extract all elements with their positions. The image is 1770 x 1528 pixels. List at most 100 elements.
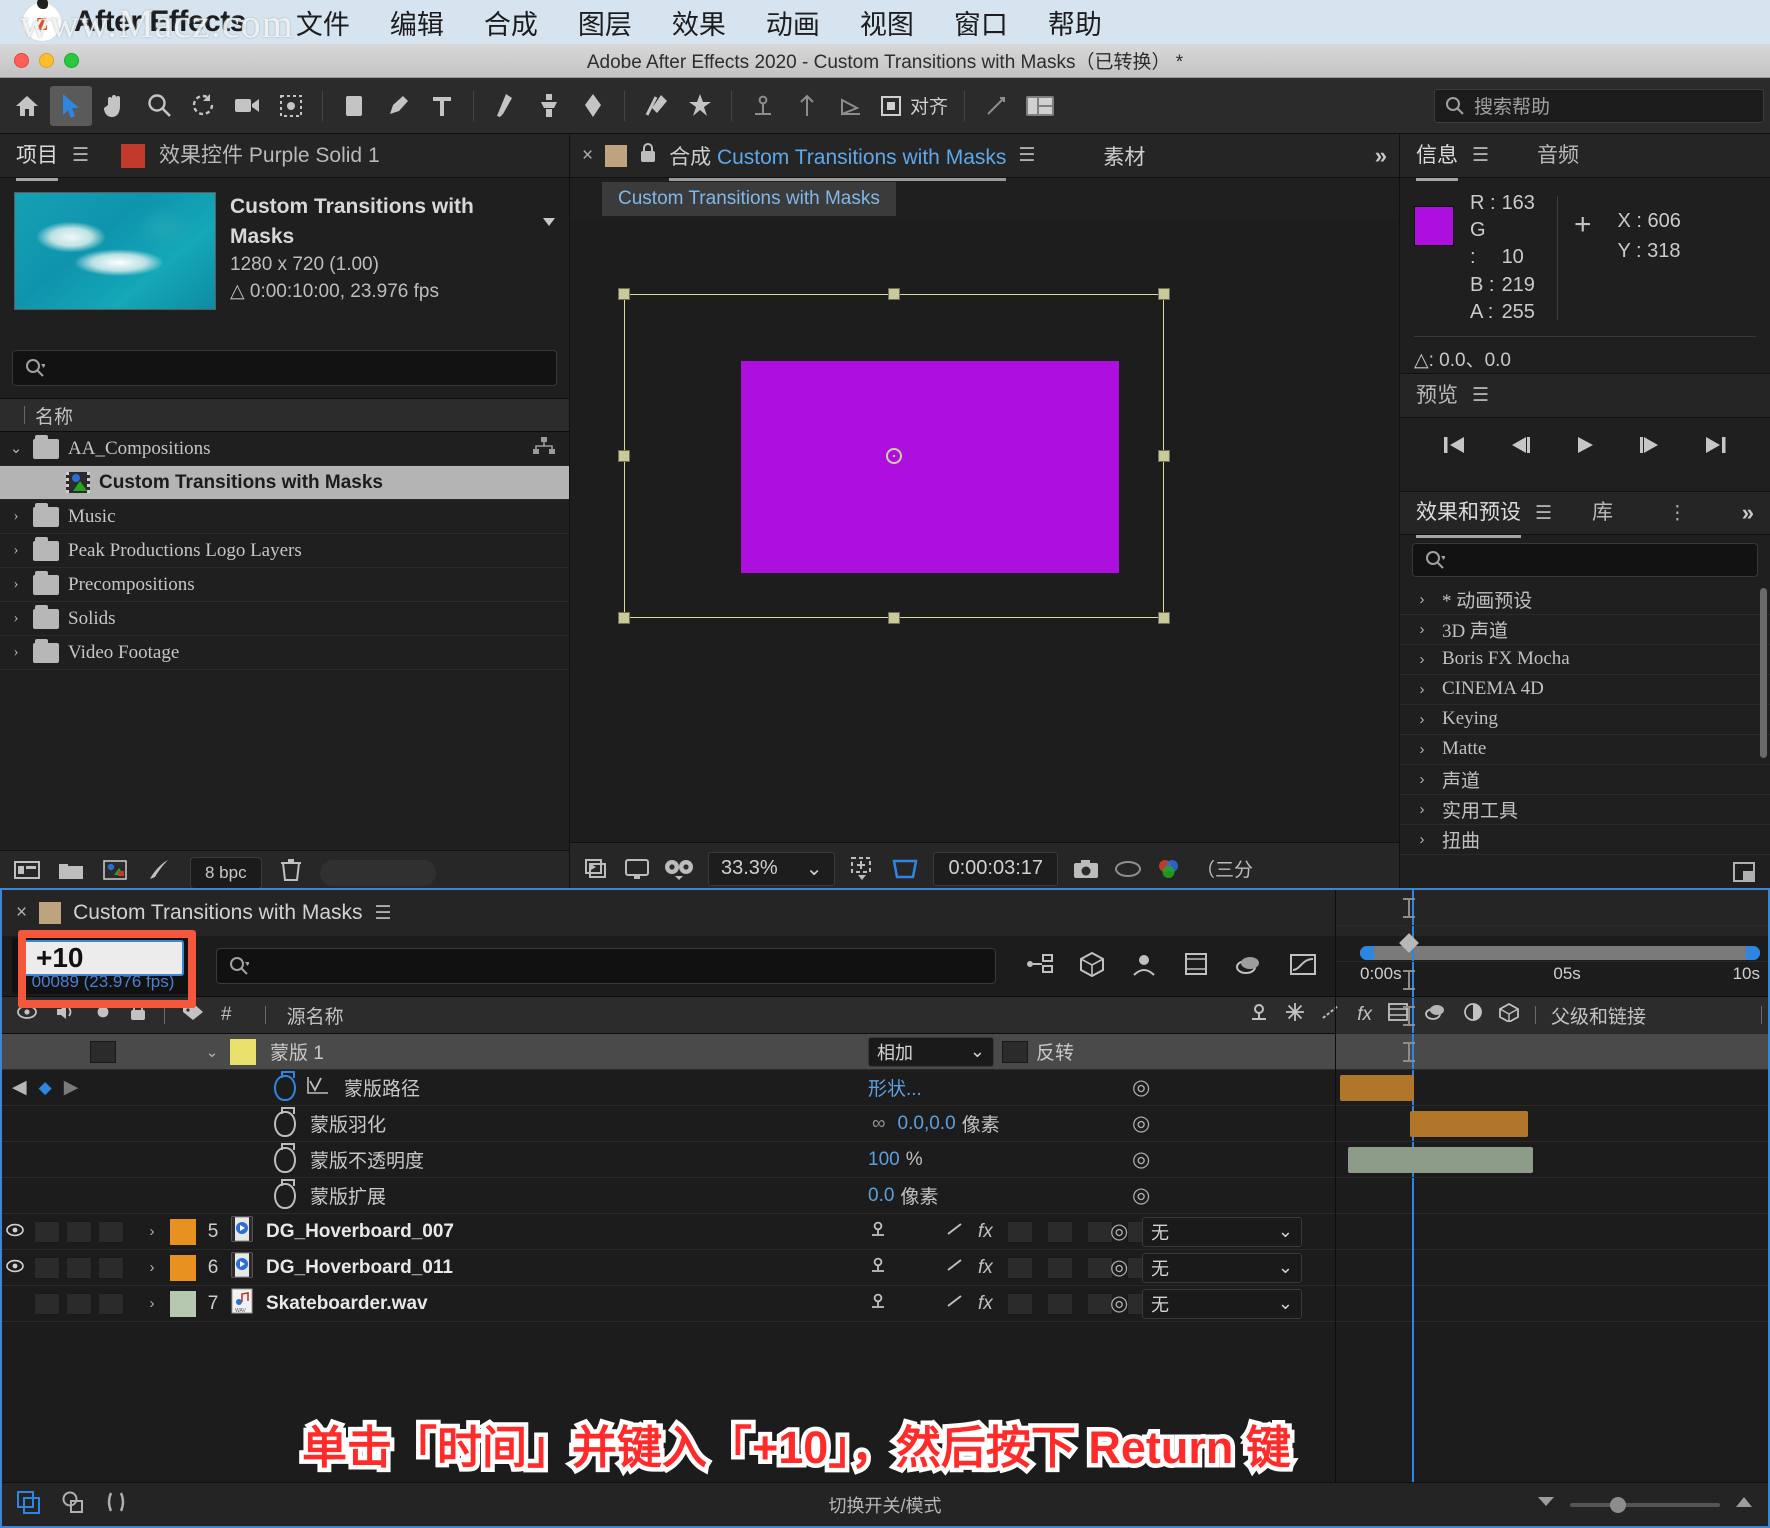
- menu-item-layer[interactable]: 图层: [558, 3, 652, 42]
- project-item-row[interactable]: › Peak Productions Logo Layers: [0, 534, 569, 568]
- chevron-right-icon[interactable]: ›: [1414, 651, 1430, 668]
- effects-fx-icon[interactable]: fx: [978, 1257, 993, 1279]
- expression-spiral-icon[interactable]: ◎: [1110, 1219, 1128, 1244]
- project-item-list[interactable]: ⌄ AA_Compositions Custom Transitions with …: [0, 432, 569, 670]
- handle-bottom-right[interactable]: [1158, 612, 1170, 624]
- audio-speaker-icon[interactable]: [55, 1003, 77, 1027]
- source-name-header[interactable]: 源名称: [287, 1002, 344, 1029]
- bit-depth-button[interactable]: 8 bpc: [190, 856, 262, 889]
- breadcrumb-item[interactable]: Custom Transitions with Masks: [602, 182, 896, 216]
- audio-toggle[interactable]: [34, 1292, 60, 1315]
- collapse-transform-icon[interactable]: [1285, 1002, 1305, 1028]
- audio-toggle[interactable]: [34, 1256, 60, 1279]
- camera-tool-icon[interactable]: [226, 86, 268, 126]
- play-icon[interactable]: [1573, 434, 1597, 462]
- project-panel-tabs[interactable]: 项目 ☰ 效果控件 Purple Solid 1: [0, 134, 569, 181]
- graph-curve-icon[interactable]: [306, 1075, 330, 1101]
- prev-keyframe-icon[interactable]: ◀: [12, 1076, 27, 1099]
- label-tag-icon[interactable]: [182, 1003, 204, 1027]
- grid-row[interactable]: [1336, 1142, 1768, 1178]
- tab-timeline-comp[interactable]: Custom Transitions with Masks: [73, 901, 362, 925]
- home-icon[interactable]: [6, 86, 48, 126]
- effects-category-row[interactable]: › 实用工具: [1400, 795, 1770, 825]
- grid-row[interactable]: [1336, 1034, 1768, 1070]
- project-item-row[interactable]: › Precompositions: [0, 568, 569, 602]
- hide-shy-layers-icon[interactable]: [1130, 951, 1158, 982]
- preview-panel-menu-icon[interactable]: ☰: [1472, 384, 1489, 407]
- tab-project[interactable]: 项目: [16, 139, 58, 181]
- composition-viewer-stage[interactable]: [570, 220, 1399, 842]
- chevron-down-icon[interactable]: ⌄: [1278, 1221, 1293, 1242]
- chevron-down-icon[interactable]: ⌄: [204, 1043, 220, 1061]
- shy-icon[interactable]: [868, 1292, 888, 1316]
- menu-item-effect[interactable]: 效果: [652, 3, 746, 42]
- effects-category-row[interactable]: › CINEMA 4D: [1400, 675, 1770, 705]
- tab-libraries[interactable]: 库: [1592, 496, 1613, 530]
- property-value[interactable]: 100: [868, 1149, 900, 1171]
- grid-row[interactable]: [1336, 962, 1768, 998]
- solo-toggle[interactable]: [66, 1220, 92, 1243]
- mask-color-chip[interactable]: [230, 1038, 256, 1065]
- show-snapshot-icon[interactable]: [1114, 859, 1142, 879]
- chevron-down-icon[interactable]: [543, 217, 555, 226]
- layer-clip-bar[interactable]: [1340, 1075, 1414, 1101]
- audio-toggle[interactable]: [34, 1220, 60, 1243]
- rotation-tool-icon[interactable]: [182, 86, 224, 126]
- prev-frame-icon[interactable]: [1507, 434, 1533, 462]
- expression-spiral-icon[interactable]: ◎: [1132, 1111, 1150, 1136]
- lock-toggle[interactable]: [98, 1292, 124, 1315]
- chevron-right-icon[interactable]: ›: [1414, 801, 1430, 818]
- expression-spiral-icon[interactable]: ◎: [1110, 1255, 1128, 1280]
- workspace-icon[interactable]: [1019, 86, 1061, 126]
- frame-blending-icon[interactable]: [1182, 951, 1210, 982]
- menu-item-help[interactable]: 帮助: [1028, 3, 1122, 42]
- handle-top-right[interactable]: [1158, 288, 1170, 300]
- handle-bottom-center[interactable]: [888, 612, 900, 624]
- composition-viewer-toolbar[interactable]: 33.3% ⌄ 0:00:03:17 （三分: [570, 842, 1399, 894]
- effects-panel-menu-icon[interactable]: ☰: [1535, 502, 1552, 525]
- effects-category-row[interactable]: › Boris FX Mocha: [1400, 645, 1770, 675]
- timecode-entry-box[interactable]: +10 00089 (23.976 fps): [12, 938, 194, 994]
- snapping-icon[interactable]: [975, 86, 1017, 126]
- project-item-row[interactable]: › Video Footage: [0, 636, 569, 670]
- solo-toggle[interactable]: [66, 1292, 92, 1315]
- more-panels-icon[interactable]: »: [1742, 500, 1754, 526]
- chevron-right-icon[interactable]: ›: [8, 508, 24, 525]
- align-left-icon[interactable]: [742, 86, 784, 126]
- anchor-point-icon[interactable]: [886, 448, 902, 464]
- effects-category-row[interactable]: › Matte: [1400, 735, 1770, 765]
- timeline-search-input[interactable]: [216, 948, 996, 984]
- timeline-zoom-slider[interactable]: [1570, 1496, 1720, 1513]
- lock-toggle[interactable]: [98, 1220, 124, 1243]
- text-tool-icon[interactable]: [421, 86, 463, 126]
- next-keyframe-icon[interactable]: ▶: [64, 1076, 79, 1099]
- composition-breadcrumb[interactable]: Custom Transitions with Masks: [570, 178, 1399, 220]
- keyframe-diamond-icon[interactable]: ◆: [39, 1078, 52, 1098]
- project-settings-icon[interactable]: [146, 858, 172, 887]
- timecode-input[interactable]: +10: [22, 940, 184, 976]
- current-timecode[interactable]: 0:00:03:17: [933, 851, 1059, 886]
- project-column-header[interactable]: 名称: [0, 398, 569, 432]
- layer-duration-bar[interactable]: [1403, 970, 1415, 990]
- pan-behind-tool-icon[interactable]: [270, 86, 312, 126]
- last-frame-icon[interactable]: [1703, 434, 1729, 462]
- 3d-glasses-icon[interactable]: [664, 858, 694, 880]
- chevron-down-icon[interactable]: ⌄: [970, 1041, 985, 1062]
- close-tab-icon[interactable]: ×: [16, 902, 27, 924]
- effects-category-row[interactable]: › 声道: [1400, 765, 1770, 795]
- property-value[interactable]: 形状...: [868, 1074, 922, 1101]
- puppet-pin-tool-icon[interactable]: [679, 86, 721, 126]
- tab-audio[interactable]: 音频: [1537, 139, 1579, 173]
- chevron-down-icon[interactable]: ⌄: [1278, 1293, 1293, 1314]
- main-viewer-icon[interactable]: [624, 858, 650, 880]
- tools-toolbar[interactable]: 对齐 搜索帮助: [0, 78, 1770, 134]
- preview-panel-tabs[interactable]: 预览 ☰: [1400, 374, 1770, 418]
- delete-icon[interactable]: [280, 858, 302, 887]
- project-item-row[interactable]: Custom Transitions with Masks: [0, 466, 569, 500]
- timeline-bottom-bar[interactable]: 切换开关/模式: [2, 1482, 1768, 1526]
- graph-editor-icon[interactable]: [1288, 951, 1318, 982]
- first-frame-icon[interactable]: [1441, 434, 1467, 462]
- effects-panel-tabs[interactable]: 效果和预设 ☰ 库 ⋮ »: [1400, 492, 1770, 539]
- project-item-row[interactable]: › Solids: [0, 602, 569, 636]
- layer-color-chip[interactable]: [170, 1218, 196, 1245]
